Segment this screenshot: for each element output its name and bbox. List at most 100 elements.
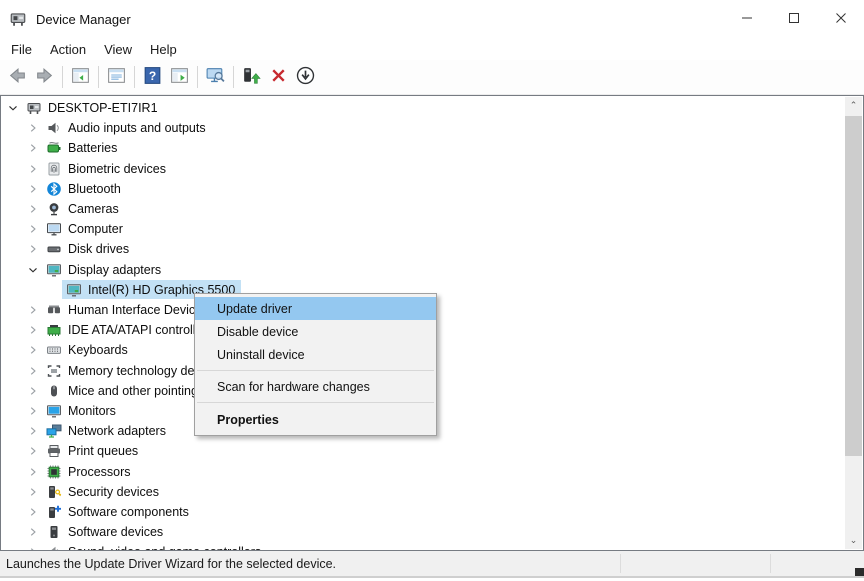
tree-item-content[interactable]: Print queues [42,442,144,461]
tree-item-content[interactable]: Human Interface Devices [42,301,214,320]
chevron-right-icon[interactable] [24,363,42,379]
tree-item-biometric-devices[interactable]: Biometric devices [1,159,845,179]
tree-item-content[interactable]: Bluetooth [42,179,127,198]
tree-item-content[interactable]: Software components [42,503,195,522]
tree-item-software-devices[interactable]: Software devices [1,522,845,542]
tree-item-content[interactable]: IDE ATA/ATAPI controllers [42,321,219,340]
device-manager-window: Device Manager FileActionViewHelp ? DESK… [0,0,864,581]
properties-button[interactable] [103,64,130,90]
context-menu-item-disable-device[interactable]: Disable device [195,320,436,343]
tree-item-software-components[interactable]: Software components [1,502,845,522]
menu-view[interactable]: View [95,40,141,59]
display-icon [66,282,82,298]
scroll-down-icon[interactable]: ⌄ [845,532,862,549]
maximize-button[interactable] [770,0,817,38]
context-menu-item-scan-for-hardware-changes[interactable]: Scan for hardware changes [195,375,436,398]
chevron-right-icon[interactable] [24,524,42,540]
chevron-right-icon[interactable] [24,120,42,136]
minimize-button[interactable] [723,0,770,38]
tree-item-label: Bluetooth [68,182,121,196]
chevron-right-icon[interactable] [24,464,42,480]
chevron-right-icon[interactable] [24,504,42,520]
chevron-right-icon[interactable] [24,443,42,459]
chevron-right-icon[interactable] [24,484,42,500]
status-bar: Launches the Update Driver Wizard for th… [0,551,864,578]
chevron-right-icon[interactable] [24,544,42,551]
chevron-right-icon[interactable] [24,383,42,399]
chevron-right-icon[interactable] [24,201,42,217]
tree-item-audio-inputs-and-outputs[interactable]: Audio inputs and outputs [1,118,845,138]
tree-item-content[interactable]: Disk drives [42,240,135,259]
tree-item-desktop-eti7ir1[interactable]: DESKTOP-ETI7IR1 [1,98,845,118]
tree-item-content[interactable]: Computer [42,220,129,239]
menu-separator [197,370,434,371]
scan-hardware-button[interactable] [202,64,229,90]
tree-item-bluetooth[interactable]: Bluetooth [1,179,845,199]
tree-item-computer[interactable]: Computer [1,219,845,239]
chevron-right-icon[interactable] [24,140,42,156]
tree-item-content[interactable]: Batteries [42,139,123,158]
tree-item-label: Security devices [68,485,159,499]
menu-help[interactable]: Help [141,40,186,59]
update-driver-button[interactable] [238,64,265,90]
chevron-right-icon[interactable] [24,423,42,439]
disable-button[interactable] [292,64,319,90]
status-separator [770,554,771,573]
tree-item-content[interactable]: Sound, video and game controllers [42,543,267,551]
chevron-right-icon[interactable] [24,161,42,177]
tree-item-content[interactable]: Network adapters [42,422,172,441]
software-component-icon [46,504,62,520]
tree-item-content[interactable]: DESKTOP-ETI7IR1 [22,99,164,118]
tree-item-label: Biometric devices [68,162,166,176]
close-button[interactable] [817,0,864,38]
uninstall-button[interactable] [265,64,292,90]
tree-item-print-queues[interactable]: Print queues [1,441,845,461]
chevron-right-icon[interactable] [24,241,42,257]
close-icon [835,12,847,27]
tree-item-content[interactable]: Cameras [42,200,125,219]
context-menu-item-update-driver[interactable]: Update driver [195,297,436,320]
tree-item-cameras[interactable]: Cameras [1,199,845,219]
tree-item-content[interactable]: Processors [42,462,137,481]
chevron-right-icon[interactable] [24,221,42,237]
chevron-down-icon[interactable] [4,100,22,116]
context-menu-item-properties[interactable]: Properties [195,407,436,432]
tree-item-content[interactable]: Monitors [42,402,122,421]
bluetooth-icon [46,181,62,197]
vertical-scrollbar[interactable]: ⌃ ⌄ [845,97,862,549]
chevron-right-icon[interactable] [24,342,42,358]
chevron-right-icon[interactable] [24,181,42,197]
chevron-right-icon[interactable] [24,403,42,419]
scrollbar-thumb[interactable] [845,116,862,456]
chevron-right-icon[interactable] [24,302,42,318]
resize-grip[interactable] [855,568,864,576]
toolbar-separator [98,66,99,88]
tree-item-content[interactable]: Audio inputs and outputs [42,119,212,138]
context-menu-item-uninstall-device[interactable]: Uninstall device [195,343,436,366]
console-tree-button[interactable] [67,64,94,90]
tree-item-disk-drives[interactable]: Disk drives [1,239,845,259]
action-pane-button[interactable] [166,64,193,90]
back-button[interactable] [4,64,31,90]
tree-item-batteries[interactable]: Batteries [1,138,845,158]
network-icon [46,423,62,439]
menu-file[interactable]: File [2,40,41,59]
tree-item-content[interactable]: Software devices [42,523,169,542]
menubar: FileActionViewHelp [0,38,864,60]
tree-item-content[interactable]: Display adapters [42,260,167,279]
chevron-right-icon[interactable] [24,322,42,338]
chevron-down-icon[interactable] [24,262,42,278]
tree-item-content[interactable]: Keyboards [42,341,134,360]
menu-action[interactable]: Action [41,40,95,59]
tree-item-display-adapters[interactable]: Display adapters [1,260,845,280]
status-separator [620,554,621,573]
tree-item-security-devices[interactable]: Security devices [1,482,845,502]
scroll-up-icon[interactable]: ⌃ [845,97,862,114]
forward-button[interactable] [31,64,58,90]
tree-item-sound-video-and-game-controllers[interactable]: Sound, video and game controllers [1,542,845,551]
tree-item-content[interactable]: Biometric devices [42,159,172,178]
tree-item-content[interactable]: Security devices [42,482,165,501]
help-button[interactable]: ? [139,64,166,90]
tree-item-processors[interactable]: Processors [1,462,845,482]
chevron-spacer [44,282,62,298]
